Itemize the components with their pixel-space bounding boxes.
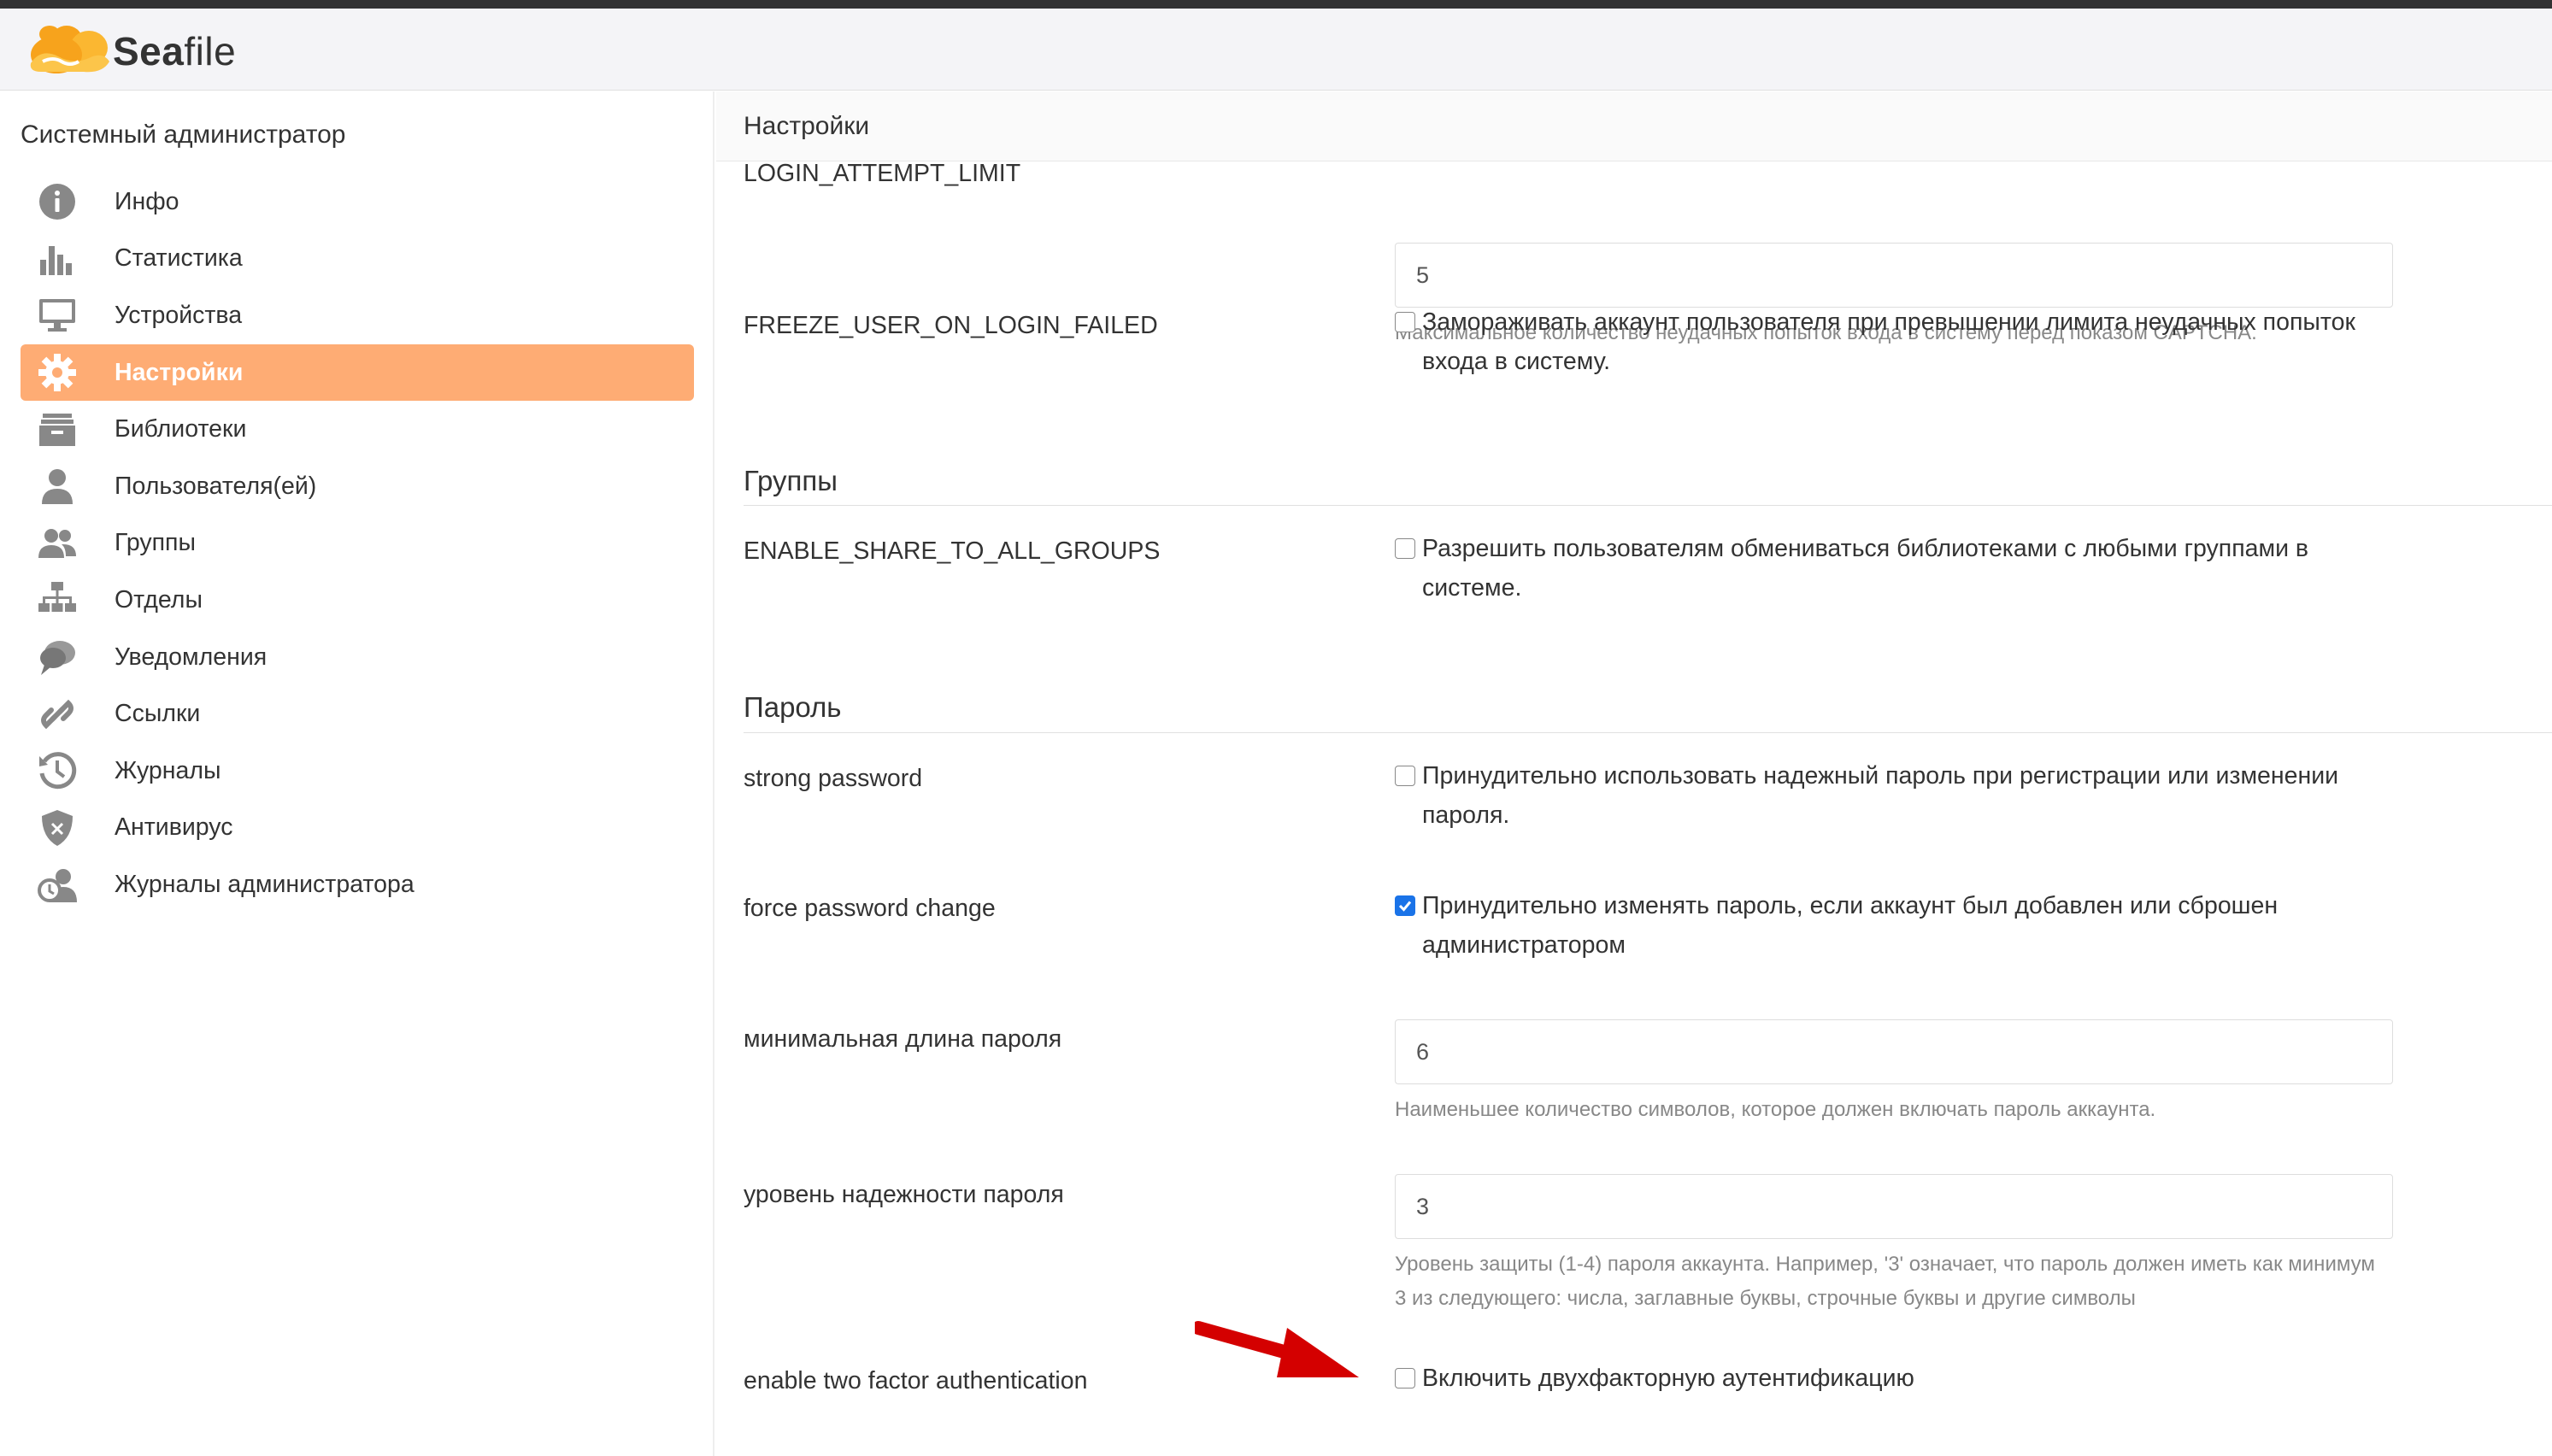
sidebar-nav: Инфо Статистика Устройства Настройки Биб…	[21, 173, 694, 913]
main-header: Настройки	[716, 91, 2552, 161]
info-icon	[36, 180, 79, 223]
share-all-groups-option: Разрешить пользователям обмениваться биб…	[1395, 529, 2412, 608]
sidebar-title: Системный администратор	[21, 120, 346, 149]
admin-sidebar: Системный администратор Инфо Статистика …	[0, 91, 714, 1456]
sidebar-item-label: Устройства	[115, 301, 243, 329]
sidebar-item-label: Группы	[115, 529, 196, 557]
login-attempt-limit-label: LOGIN_ATTEMPT_LIMIT	[744, 160, 1021, 187]
share-all-groups-label: ENABLE_SHARE_TO_ALL_GROUPS	[744, 537, 1161, 565]
sidebar-item-label: Ссылки	[115, 700, 201, 728]
freeze-user-checkbox[interactable]	[1395, 312, 1415, 332]
red-arrow-annotation-icon	[1195, 1321, 1359, 1377]
sidebar-item-antivirus[interactable]: Антивирус	[21, 800, 694, 857]
force-password-change-label: force password change	[744, 895, 996, 922]
history-icon	[36, 749, 79, 792]
sidebar-item-notifications[interactable]: Уведомления	[21, 629, 694, 686]
freeze-user-label: FREEZE_USER_ON_LOGIN_FAILED	[744, 312, 1158, 339]
library-icon	[36, 408, 79, 451]
sidebar-item-label: Антивирус	[115, 813, 233, 842]
sidebar-item-links[interactable]: Ссылки	[21, 685, 694, 743]
strong-password-option: Принудительно использовать надежный паро…	[1395, 756, 2412, 835]
sidebar-item-departments[interactable]: Отделы	[21, 572, 694, 629]
sidebar-item-label: Отделы	[115, 585, 203, 614]
sidebar-item-users[interactable]: Пользователя(ей)	[21, 458, 694, 515]
two-factor-checkbox[interactable]	[1395, 1368, 1415, 1388]
password-strength-help: Уровень защиты (1-4) пароля аккаунта. На…	[1395, 1253, 2375, 1310]
freeze-user-text: Замораживать аккаунт пользователя при пр…	[1422, 308, 2355, 375]
user-icon	[36, 465, 79, 508]
two-factor-label: enable two factor authentication	[744, 1367, 1088, 1394]
seafile-cloud-icon	[30, 26, 109, 73]
strong-password-text: Принудительно использовать надежный паро…	[1422, 762, 2339, 829]
sidebar-item-devices[interactable]: Устройства	[21, 287, 694, 344]
sidebar-item-info[interactable]: Инфо	[21, 173, 694, 231]
password-strength-label: уровень надежности пароля	[744, 1181, 1064, 1208]
sidebar-item-statistics[interactable]: Статистика	[21, 231, 694, 288]
org-chart-icon	[36, 578, 79, 621]
login-attempt-limit-input[interactable]: 5	[1395, 243, 2393, 308]
strong-password-label: strong password	[744, 765, 923, 792]
section-divider	[744, 505, 2552, 506]
seafile-logo[interactable]: Seafile	[24, 22, 236, 80]
min-password-length-label: минимальная длина пароля	[744, 1025, 1062, 1053]
force-password-change-option: Принудительно изменять пароль, если акка…	[1395, 886, 2412, 965]
share-all-groups-checkbox[interactable]	[1395, 538, 1415, 559]
group-icon	[36, 522, 79, 565]
app-header: Seafile	[0, 9, 2552, 91]
min-password-length-help: Наименьшее количество символов, которое …	[1395, 1098, 2156, 1121]
gear-icon	[36, 351, 79, 394]
section-title-groups: Группы	[744, 465, 838, 496]
section-divider	[744, 732, 2552, 733]
strong-password-checkbox[interactable]	[1395, 766, 1415, 786]
sidebar-item-libraries[interactable]: Библиотеки	[21, 401, 694, 458]
two-factor-text: Включить двухфакторную аутентификацию	[1422, 1365, 1914, 1392]
sidebar-item-settings[interactable]: Настройки	[21, 343, 694, 402]
sidebar-item-label: Пользователя(ей)	[115, 472, 317, 500]
sidebar-item-label: Уведомления	[115, 643, 268, 671]
page-title: Настройки	[744, 112, 870, 140]
password-strength-input[interactable]: 3	[1395, 1174, 2393, 1239]
share-all-groups-text: Разрешить пользователям обмениваться биб…	[1422, 535, 2309, 602]
chat-bubble-icon	[36, 636, 79, 678]
monitor-icon	[36, 294, 79, 337]
shield-icon	[36, 807, 79, 849]
force-password-change-text: Принудительно изменять пароль, если акка…	[1422, 892, 2279, 959]
top-strip	[0, 0, 2552, 9]
checkmark-icon	[1398, 901, 1412, 912]
bar-chart-icon	[36, 238, 79, 280]
sidebar-item-groups[interactable]: Группы	[21, 515, 694, 572]
sidebar-item-label: Библиотеки	[115, 415, 247, 443]
two-factor-option: Включить двухфакторную аутентификацию	[1395, 1359, 2412, 1398]
sidebar-item-label: Журналы администратора	[115, 870, 415, 898]
sidebar-item-label: Журналы	[115, 756, 221, 784]
sidebar-item-label: Статистика	[115, 244, 243, 273]
min-password-length-input[interactable]: 6	[1395, 1019, 2393, 1084]
sidebar-item-label: Инфо	[115, 187, 179, 215]
admin-logs-icon	[36, 863, 79, 906]
section-title-password: Пароль	[744, 691, 842, 723]
main-panel: Настройки LOGIN_ATTEMPT_LIMIT 5 Максимал…	[716, 91, 2552, 1456]
sidebar-item-logs[interactable]: Журналы	[21, 743, 694, 800]
freeze-user-option: Замораживать аккаунт пользователя при пр…	[1395, 302, 2412, 381]
link-icon	[36, 693, 79, 736]
sidebar-item-label: Настройки	[115, 358, 244, 386]
sidebar-item-admin-logs[interactable]: Журналы администратора	[21, 856, 694, 913]
force-password-change-checkbox[interactable]	[1395, 895, 1415, 916]
logo-text: Seafile	[113, 29, 237, 73]
